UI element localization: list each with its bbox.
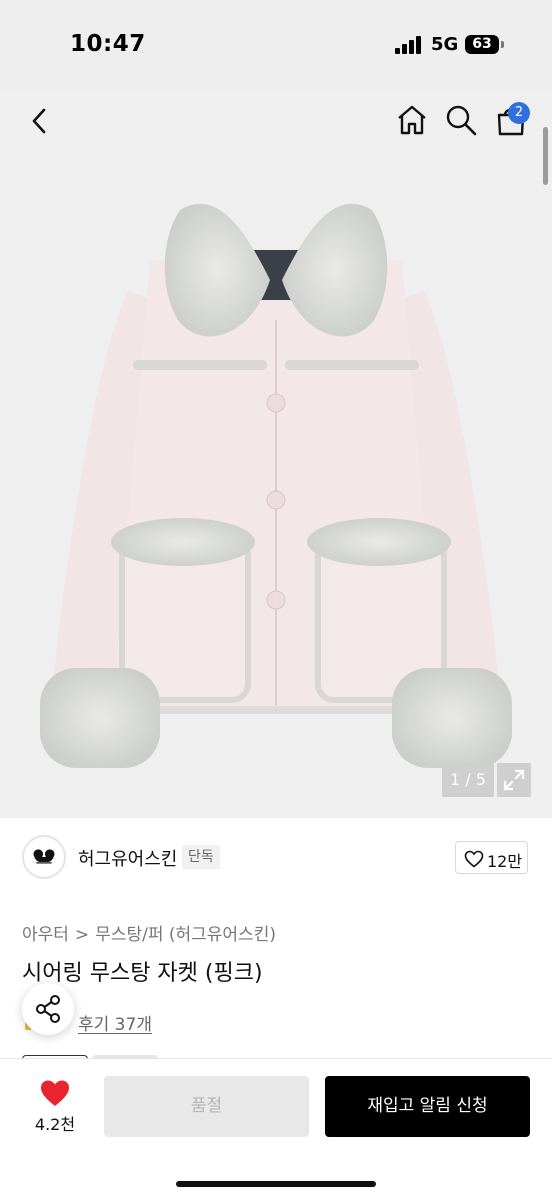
jacket-illustration — [40, 203, 512, 768]
expand-icon[interactable] — [497, 763, 531, 797]
status-bar: 10:47 5G 63 — [0, 0, 552, 90]
wish-count: 4.2천 — [34, 1115, 76, 1134]
brand-logo[interactable] — [22, 835, 66, 879]
brand-like-button[interactable]: 12만 — [455, 841, 528, 874]
exclusive-badge: 단독 — [182, 845, 220, 869]
breadcrumb-item-mustang[interactable]: 무스탕/퍼 (허그유어스킨) — [95, 925, 276, 945]
heart-filled-icon[interactable] — [39, 1078, 71, 1108]
battery-tip — [501, 41, 504, 48]
scrollbar[interactable] — [543, 127, 548, 185]
back-chevron-icon[interactable] — [24, 104, 56, 138]
share-button[interactable] — [22, 983, 74, 1035]
cart-count-badge: 2 — [508, 102, 530, 124]
image-counter: 1 / 5 — [442, 763, 494, 797]
heart-outline-icon — [464, 850, 484, 868]
review-link[interactable]: 후기 37개 — [78, 1010, 152, 1035]
breadcrumb-separator: > — [74, 925, 90, 945]
soldout-button[interactable]: 품절 — [104, 1076, 309, 1137]
battery-indicator: 63 — [465, 35, 499, 54]
signal-icon — [395, 36, 423, 54]
brand-name[interactable]: 허그유어스킨 — [78, 845, 177, 871]
share-icon — [36, 995, 60, 1023]
network-type: 5G — [431, 34, 459, 55]
restock-alert-button[interactable]: 재입고 알림 신청 — [325, 1076, 530, 1137]
breadcrumb: 아우터 > 무스탕/퍼 (허그유어스킨) — [22, 920, 276, 945]
product-image[interactable] — [0, 90, 552, 818]
status-time: 10:47 — [70, 31, 146, 57]
search-icon[interactable] — [444, 103, 478, 137]
brand-like-count: 12만 — [487, 852, 523, 871]
breadcrumb-item-outer[interactable]: 아우터 — [22, 925, 69, 945]
home-icon[interactable] — [395, 103, 429, 137]
home-indicator — [176, 1181, 376, 1187]
